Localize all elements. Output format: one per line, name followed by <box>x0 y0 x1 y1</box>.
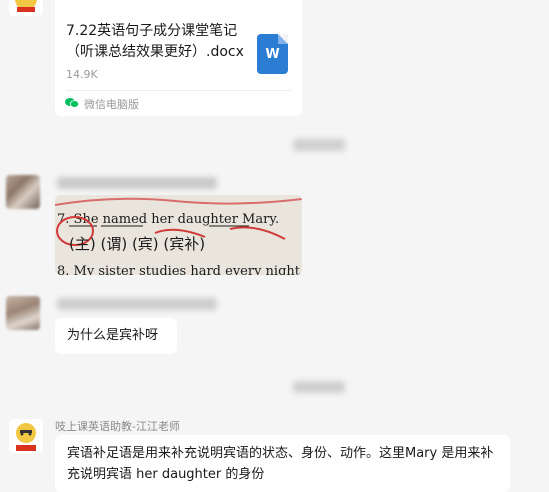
teacher-avatar[interactable] <box>9 419 43 453</box>
file-card-divider <box>66 90 291 91</box>
brand-avatar-top[interactable] <box>9 0 43 16</box>
file-size: 14.9K <box>66 68 98 81</box>
file-source-label: 微信电脑版 <box>84 98 139 111</box>
sender-avatar-1[interactable] <box>6 175 40 209</box>
sender-name-blurred <box>57 177 217 189</box>
notebook-photo-image: 7. She named her daughter Mary. (主) (谓) … <box>55 195 302 275</box>
wechat-icon <box>65 98 79 108</box>
photo-message[interactable]: 7. She named her daughter Mary. (主) (谓) … <box>55 195 302 275</box>
sender-avatar-2[interactable] <box>6 296 40 330</box>
file-name: 7.22英语句子成分课堂笔记（听课总结效果更好）.docx <box>66 23 244 60</box>
file-message-card[interactable]: 7.22英语句子成分课堂笔记（听课总结效果更好）.docx W 14.9K 微信… <box>55 0 302 116</box>
teacher-name: 吱上课英语助教-江江老师 <box>55 420 180 433</box>
word-file-icon: W <box>257 34 288 74</box>
answer-bubble[interactable]: 宾语补足语是用来补充说明宾语的状态、身份、动作。这里Mary 是用来补充说明宾语… <box>55 435 510 492</box>
photo-line-3: 8. My sister studies hard every night <box>57 264 301 275</box>
question-text: 为什么是宾补呀 <box>67 328 159 343</box>
brand-logo-icon <box>15 0 37 12</box>
timestamp-blurred <box>293 139 345 151</box>
timestamp-blurred-2 <box>293 381 345 393</box>
sender-name-blurred-2 <box>57 298 217 310</box>
photo-line-2: (主) (谓) (宾) (宾补) <box>69 235 205 253</box>
bee-mascot-icon <box>16 423 36 451</box>
question-bubble[interactable]: 为什么是宾补呀 <box>55 318 177 354</box>
answer-text: 宾语补足语是用来补充说明宾语的状态、身份、动作。这里Mary 是用来补充说明宾语… <box>67 446 494 482</box>
